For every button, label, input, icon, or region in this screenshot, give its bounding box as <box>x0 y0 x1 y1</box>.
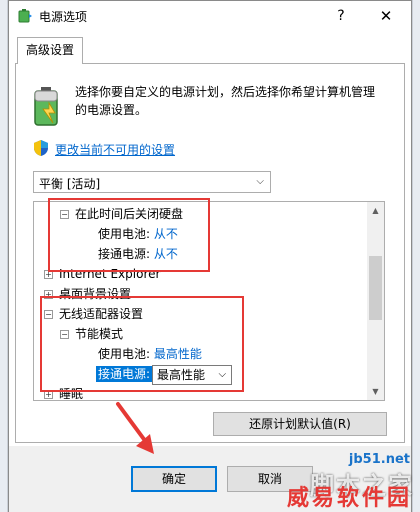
watermark-brand-cn: 威易软件园 <box>286 486 412 511</box>
close-button[interactable]: ✕ <box>371 5 401 27</box>
collapse-icon[interactable]: − <box>60 210 69 219</box>
right-window-edge <box>412 0 420 512</box>
tab-advanced-settings[interactable]: 高级设置 <box>17 37 83 64</box>
tree-leaf-wireless-battery[interactable]: 使用电池: 最高性能 <box>98 344 202 364</box>
pointer-arrow-icon <box>116 402 154 454</box>
help-button[interactable]: ? <box>329 5 353 27</box>
scroll-up-arrow-icon[interactable]: ▲ <box>367 202 384 219</box>
ok-button[interactable]: 确定 <box>131 466 217 492</box>
collapse-icon[interactable]: − <box>44 310 53 319</box>
tree-node-label: 桌面背景设置 <box>59 287 132 301</box>
tree-node-internet-explorer[interactable]: + Internet Explorer <box>44 264 160 284</box>
setting-value-link[interactable]: 从不 <box>154 247 178 261</box>
tree-node-sleep[interactable]: + 睡眠 <box>44 384 84 401</box>
power-plan-select[interactable]: 平衡 [活动] ⌵ <box>33 171 271 193</box>
chevron-down-icon: ⌵ <box>218 368 227 380</box>
expand-icon[interactable]: + <box>44 270 53 279</box>
power-plan-value: 平衡 [活动] <box>39 177 101 191</box>
scroll-down-arrow-icon[interactable]: ▼ <box>367 383 384 400</box>
plugged-in-mode-value: 最高性能 <box>157 367 206 382</box>
setting-value-link[interactable]: 从不 <box>154 227 178 241</box>
tree-node-label: 在此时间后关闭硬盘 <box>75 207 184 221</box>
expand-icon[interactable]: + <box>44 290 53 299</box>
tree-leaf-wireless-plugged[interactable]: 接通电源: 最高性能 ⌵ <box>96 364 233 385</box>
setting-label: 使用电池: <box>98 347 151 361</box>
tree-node-power-saving-mode[interactable]: − 节能模式 <box>60 324 123 344</box>
tree-leaf-harddisk-plugged[interactable]: 接通电源: 从不 <box>98 244 178 264</box>
tree-leaf-harddisk-battery[interactable]: 使用电池: 从不 <box>98 224 178 244</box>
tree-node-wireless-adapter[interactable]: − 无线适配器设置 <box>44 304 143 324</box>
restore-defaults-button[interactable]: 还原计划默认值(R) <box>213 412 387 436</box>
tree-node-harddisk[interactable]: − 在此时间后关闭硬盘 <box>60 204 183 224</box>
tree-node-label: 无线适配器设置 <box>59 307 144 321</box>
setting-label-selected: 接通电源: <box>96 366 153 382</box>
power-options-dialog: 电源选项 ? ✕ 高级设置 选择你要自定义的电源计划，然后选择你希望计算机管理的… <box>8 0 412 512</box>
setting-value-link[interactable]: 最高性能 <box>154 347 202 361</box>
tree-node-label: Internet Explorer <box>59 267 161 281</box>
plugged-in-mode-select[interactable]: 最高性能 ⌵ <box>152 364 233 385</box>
settings-tree: − 在此时间后关闭硬盘 使用电池: 从不 接通电源: 从不 + Internet E… <box>33 201 385 401</box>
window-title: 电源选项 <box>39 10 88 24</box>
title-bar: 电源选项 ? ✕ <box>9 1 411 31</box>
collapse-icon[interactable]: − <box>60 330 69 339</box>
tree-node-label: 睡眠 <box>59 387 84 401</box>
chevron-down-icon: ⌵ <box>256 176 264 187</box>
intro-text: 选择你要自定义的电源计划，然后选择你希望计算机管理的电源设置。 <box>75 85 376 117</box>
battery-plan-icon <box>34 87 58 126</box>
tree-scrollbar[interactable]: ▲ ▼ <box>367 202 384 400</box>
setting-label: 接通电源: <box>98 247 151 261</box>
tree-node-desktop-background[interactable]: + 桌面背景设置 <box>44 284 131 304</box>
watermark: jb51.net 脚本之家 威易软件园 <box>276 452 416 511</box>
tab-strip: 高级设置 <box>9 37 411 64</box>
setting-label: 使用电池: <box>98 227 151 241</box>
expand-icon[interactable]: + <box>44 390 53 399</box>
uac-shield-icon <box>34 140 48 156</box>
tree-node-label: 节能模式 <box>75 327 124 341</box>
left-window-edge <box>0 0 8 512</box>
scroll-thumb[interactable] <box>369 256 382 320</box>
watermark-site: jb51.net <box>348 452 410 467</box>
change-unavailable-settings-link[interactable]: 更改当前不可用的设置 <box>55 141 175 158</box>
power-options-icon <box>18 9 32 23</box>
